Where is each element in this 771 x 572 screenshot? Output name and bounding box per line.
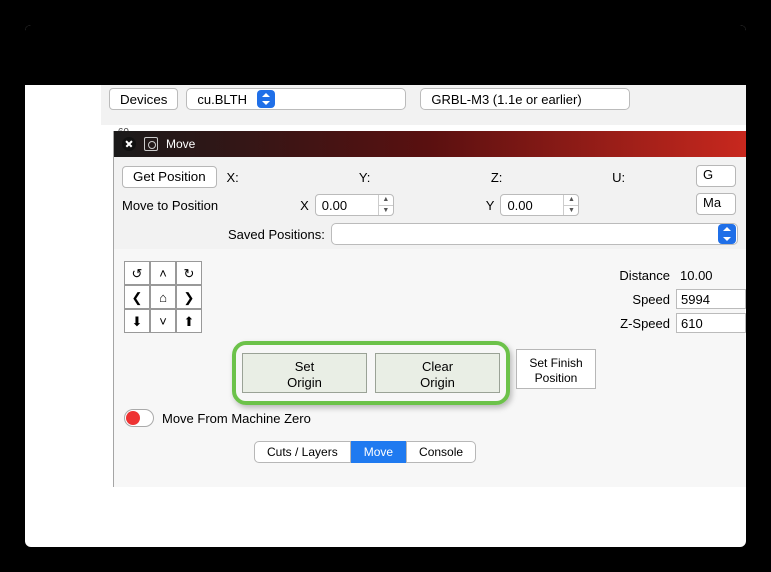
jog-cw-button[interactable]: ↻: [176, 261, 202, 285]
move-from-zero-toggle[interactable]: [124, 409, 154, 427]
manage-button-cut[interactable]: Ma: [696, 193, 736, 215]
tab-move[interactable]: Move: [351, 441, 406, 463]
jog-home-button[interactable]: ⌂: [150, 285, 176, 309]
port-select[interactable]: cu.BLTH: [186, 88, 406, 110]
close-icon[interactable]: [122, 137, 136, 151]
coord-y-lbl: Y: [486, 198, 495, 213]
chevron-updown-icon: [257, 90, 275, 108]
u-label: U:: [609, 170, 629, 185]
speed-input[interactable]: [676, 289, 746, 309]
device-select[interactable]: GRBL-M3 (1.1e or earlier): [420, 88, 630, 110]
device-value: GRBL-M3 (1.1e or earlier): [431, 92, 581, 107]
z-label: Z:: [487, 170, 507, 185]
pin-icon[interactable]: [144, 137, 158, 151]
jog-right-button[interactable]: ❯: [176, 285, 202, 309]
saved-positions-label: Saved Positions:: [228, 227, 325, 242]
move-to-label: Move to Position: [122, 198, 218, 213]
x-label: X:: [223, 170, 243, 185]
move-info: Distance 10.00 Speed Z-Speed: [606, 263, 746, 335]
jog-ccw-button[interactable]: ↺: [124, 261, 150, 285]
port-value: cu.BLTH: [197, 92, 247, 107]
speed-label: Speed: [606, 292, 676, 307]
jog-zup-button[interactable]: ⬆: [176, 309, 202, 333]
zspeed-input[interactable]: [676, 313, 746, 333]
panel-title: Move: [166, 137, 195, 151]
saved-positions-select[interactable]: [331, 223, 738, 245]
distance-label: Distance: [606, 268, 676, 283]
jog-left-button[interactable]: ❮: [124, 285, 150, 309]
y-label: Y:: [355, 170, 375, 185]
chevron-updown-icon: [718, 224, 736, 244]
x-stepper[interactable]: ▲▼: [378, 195, 393, 215]
move-panel: Move Get Position X: Y: Z: U: Move to Po…: [113, 131, 746, 487]
set-origin-button[interactable]: Set Origin: [242, 353, 367, 393]
jog-up-button[interactable]: ˄: [150, 261, 176, 285]
tab-console[interactable]: Console: [406, 441, 476, 463]
get-position-button[interactable]: Get Position: [122, 166, 217, 188]
x-input[interactable]: ▲▼: [315, 194, 394, 216]
distance-value: 10.00: [676, 268, 746, 283]
devices-button[interactable]: Devices: [109, 88, 178, 110]
y-stepper[interactable]: ▲▼: [563, 195, 578, 215]
jog-down-button[interactable]: ˅: [150, 309, 176, 333]
x-field[interactable]: [316, 198, 378, 213]
panel-tabs: Cuts / Layers Move Console: [254, 441, 476, 463]
coord-x-lbl: X: [300, 198, 309, 213]
go-button-cut[interactable]: G: [696, 165, 736, 187]
zspeed-label: Z-Speed: [606, 316, 676, 331]
y-input[interactable]: ▲▼: [500, 194, 579, 216]
top-toolbar: Devices cu.BLTH GRBL-M3 (1.1e or earlier…: [101, 85, 746, 125]
jog-pad: ↺ ˄ ↻ ❮ ⌂ ❯ ⬇ ˅ ⬆: [124, 261, 202, 333]
highlight-box: Set Origin Clear Origin: [232, 341, 510, 405]
panel-titlebar: Move: [114, 131, 746, 157]
clear-origin-button[interactable]: Clear Origin: [375, 353, 500, 393]
tab-cuts-layers[interactable]: Cuts / Layers: [254, 441, 351, 463]
move-from-zero-label: Move From Machine Zero: [162, 411, 311, 426]
jog-zdown-button[interactable]: ⬇: [124, 309, 150, 333]
y-field[interactable]: [501, 198, 563, 213]
set-finish-position-button[interactable]: Set Finish Position: [516, 349, 596, 389]
